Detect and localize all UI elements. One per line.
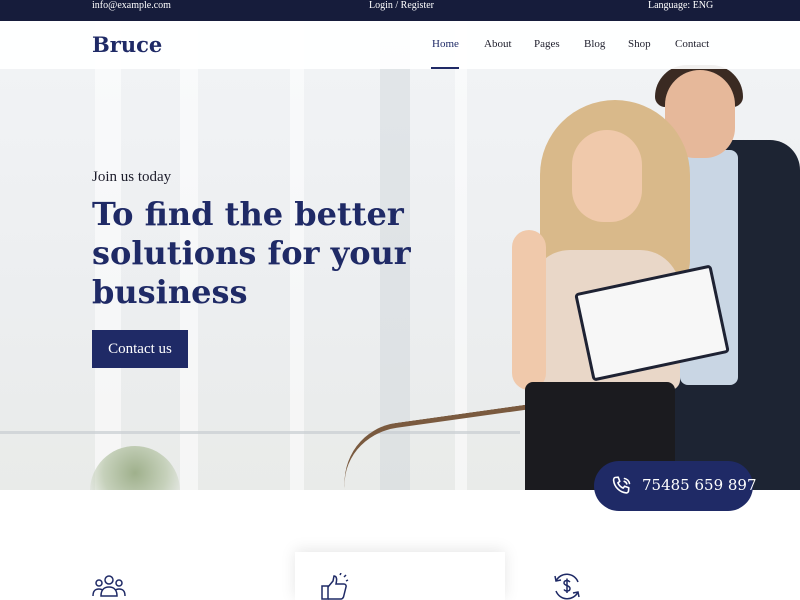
login-register-link[interactable]: Login / Register xyxy=(369,0,434,11)
thumbs-up-icon xyxy=(321,573,349,600)
site-logo[interactable]: Bruce xyxy=(92,32,162,57)
language-selector[interactable]: Language: ENG xyxy=(648,0,713,11)
team-icon xyxy=(92,575,126,597)
contact-us-button[interactable]: Contact us xyxy=(92,330,188,368)
top-bar: info@example.com Login / Register Langua… xyxy=(0,0,800,21)
active-nav-indicator xyxy=(431,67,459,69)
nav-about[interactable]: About xyxy=(484,38,512,50)
phone-call-button[interactable]: 75485 659 897 xyxy=(594,461,757,511)
phone-icon xyxy=(612,476,631,494)
woman-head xyxy=(572,130,642,222)
nav-home[interactable]: Home xyxy=(432,38,459,50)
hero-photo-business-people xyxy=(500,30,800,490)
hero-eyebrow: Join us today xyxy=(92,169,172,185)
contact-email[interactable]: info@example.com xyxy=(92,0,171,11)
hero-headline: To find the better solutions for your bu… xyxy=(92,195,411,311)
nav-blog[interactable]: Blog xyxy=(584,38,605,50)
main-navbar: Bruce Home About Pages Blog Shop Contact xyxy=(0,21,800,69)
woman-arm xyxy=(512,230,546,390)
nav-shop[interactable]: Shop xyxy=(628,38,651,50)
money-cycle-icon xyxy=(554,573,580,600)
phone-number: 75485 659 897 xyxy=(642,476,757,494)
nav-pages[interactable]: Pages xyxy=(534,38,560,50)
nav-contact[interactable]: Contact xyxy=(675,38,709,50)
